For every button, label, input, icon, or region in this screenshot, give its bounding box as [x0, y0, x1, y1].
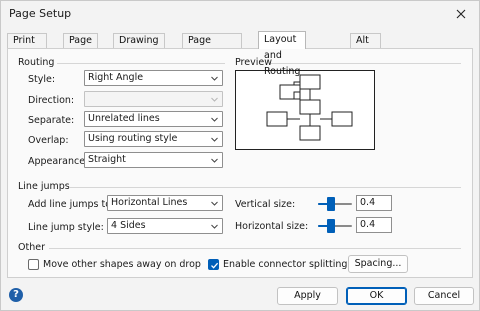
checkmark-icon	[211, 262, 219, 269]
chevron-down-icon	[211, 158, 218, 163]
preview-diagram	[266, 74, 353, 141]
line-jump-style-label: Line jump style:	[28, 222, 104, 233]
move-shapes-label: Move other shapes away on drop	[43, 259, 201, 270]
chevron-down-icon	[211, 201, 218, 206]
separate-dropdown[interactable]: Unrelated lines	[84, 111, 223, 127]
window-title: Page Setup	[9, 7, 72, 20]
tab-page-size[interactable]: Page Size	[63, 33, 98, 60]
add-line-jumps-value: Horizontal Lines	[111, 197, 188, 208]
horizontal-size-input[interactable]: 0.4	[356, 217, 392, 233]
add-line-jumps-label: Add line jumps to:	[28, 199, 115, 210]
line-jumps-divider	[69, 187, 461, 188]
apply-button[interactable]: Apply	[277, 287, 338, 305]
appearance-value: Straight	[88, 154, 126, 165]
separate-value: Unrelated lines	[88, 113, 160, 124]
style-value: Right Angle	[88, 72, 144, 83]
line-jump-style-value: 4 Sides	[111, 220, 146, 231]
add-line-jumps-dropdown[interactable]: Horizontal Lines	[107, 195, 223, 211]
style-dropdown[interactable]: Right Angle	[84, 70, 223, 86]
slider-thumb[interactable]	[327, 219, 335, 233]
appearance-label: Appearance:	[28, 156, 89, 167]
line-jumps-heading: Line jumps	[18, 181, 70, 192]
horizontal-size-slider[interactable]	[318, 218, 352, 234]
line-jump-style-dropdown[interactable]: 4 Sides	[107, 218, 223, 234]
page-setup-dialog: Page Setup Print Setup Page Size Drawing…	[0, 0, 480, 311]
connector-splitting-label: Enable connector splitting	[223, 259, 348, 270]
direction-dropdown[interactable]	[84, 91, 223, 107]
overlap-value: Using routing style	[88, 133, 178, 144]
help-icon[interactable]: ?	[9, 288, 23, 302]
ok-button[interactable]: OK	[346, 287, 407, 305]
routing-heading: Routing	[18, 57, 55, 68]
move-shapes-checkbox[interactable]	[28, 259, 39, 270]
preview-box	[235, 70, 375, 150]
other-heading: Other	[18, 242, 45, 253]
chevron-down-icon	[211, 137, 218, 142]
chevron-down-icon	[211, 97, 218, 102]
tab-print-setup[interactable]: Print Setup	[7, 33, 47, 60]
style-label: Style:	[28, 74, 56, 85]
horizontal-size-label: Horizontal size:	[235, 221, 309, 232]
direction-label: Direction:	[28, 95, 75, 106]
vertical-size-input[interactable]: 0.4	[356, 195, 392, 211]
overlap-label: Overlap:	[28, 135, 69, 146]
close-icon[interactable]	[451, 4, 471, 24]
vertical-size-label: Vertical size:	[235, 199, 296, 210]
tab-alt-text[interactable]: Alt Text	[350, 33, 382, 60]
routing-divider	[57, 63, 225, 64]
chevron-down-icon	[211, 117, 218, 122]
chevron-down-icon	[211, 224, 218, 229]
appearance-dropdown[interactable]: Straight	[84, 152, 223, 168]
tab-layout-and-routing[interactable]: Layout and Routing	[258, 31, 307, 77]
separate-label: Separate:	[28, 115, 75, 126]
cancel-button[interactable]: Cancel	[414, 287, 474, 305]
spacing-button[interactable]: Spacing...	[348, 255, 408, 273]
other-divider	[49, 248, 461, 249]
tab-page-properties[interactable]: Page Properties	[182, 33, 242, 60]
slider-thumb[interactable]	[327, 197, 335, 211]
tab-drawing-scale[interactable]: Drawing Scale	[113, 33, 165, 60]
overlap-dropdown[interactable]: Using routing style	[84, 131, 223, 147]
vertical-size-slider[interactable]	[318, 196, 352, 212]
connector-splitting-checkbox[interactable]	[208, 259, 219, 270]
chevron-down-icon	[211, 76, 218, 81]
title-bar: Page Setup	[1, 1, 479, 29]
